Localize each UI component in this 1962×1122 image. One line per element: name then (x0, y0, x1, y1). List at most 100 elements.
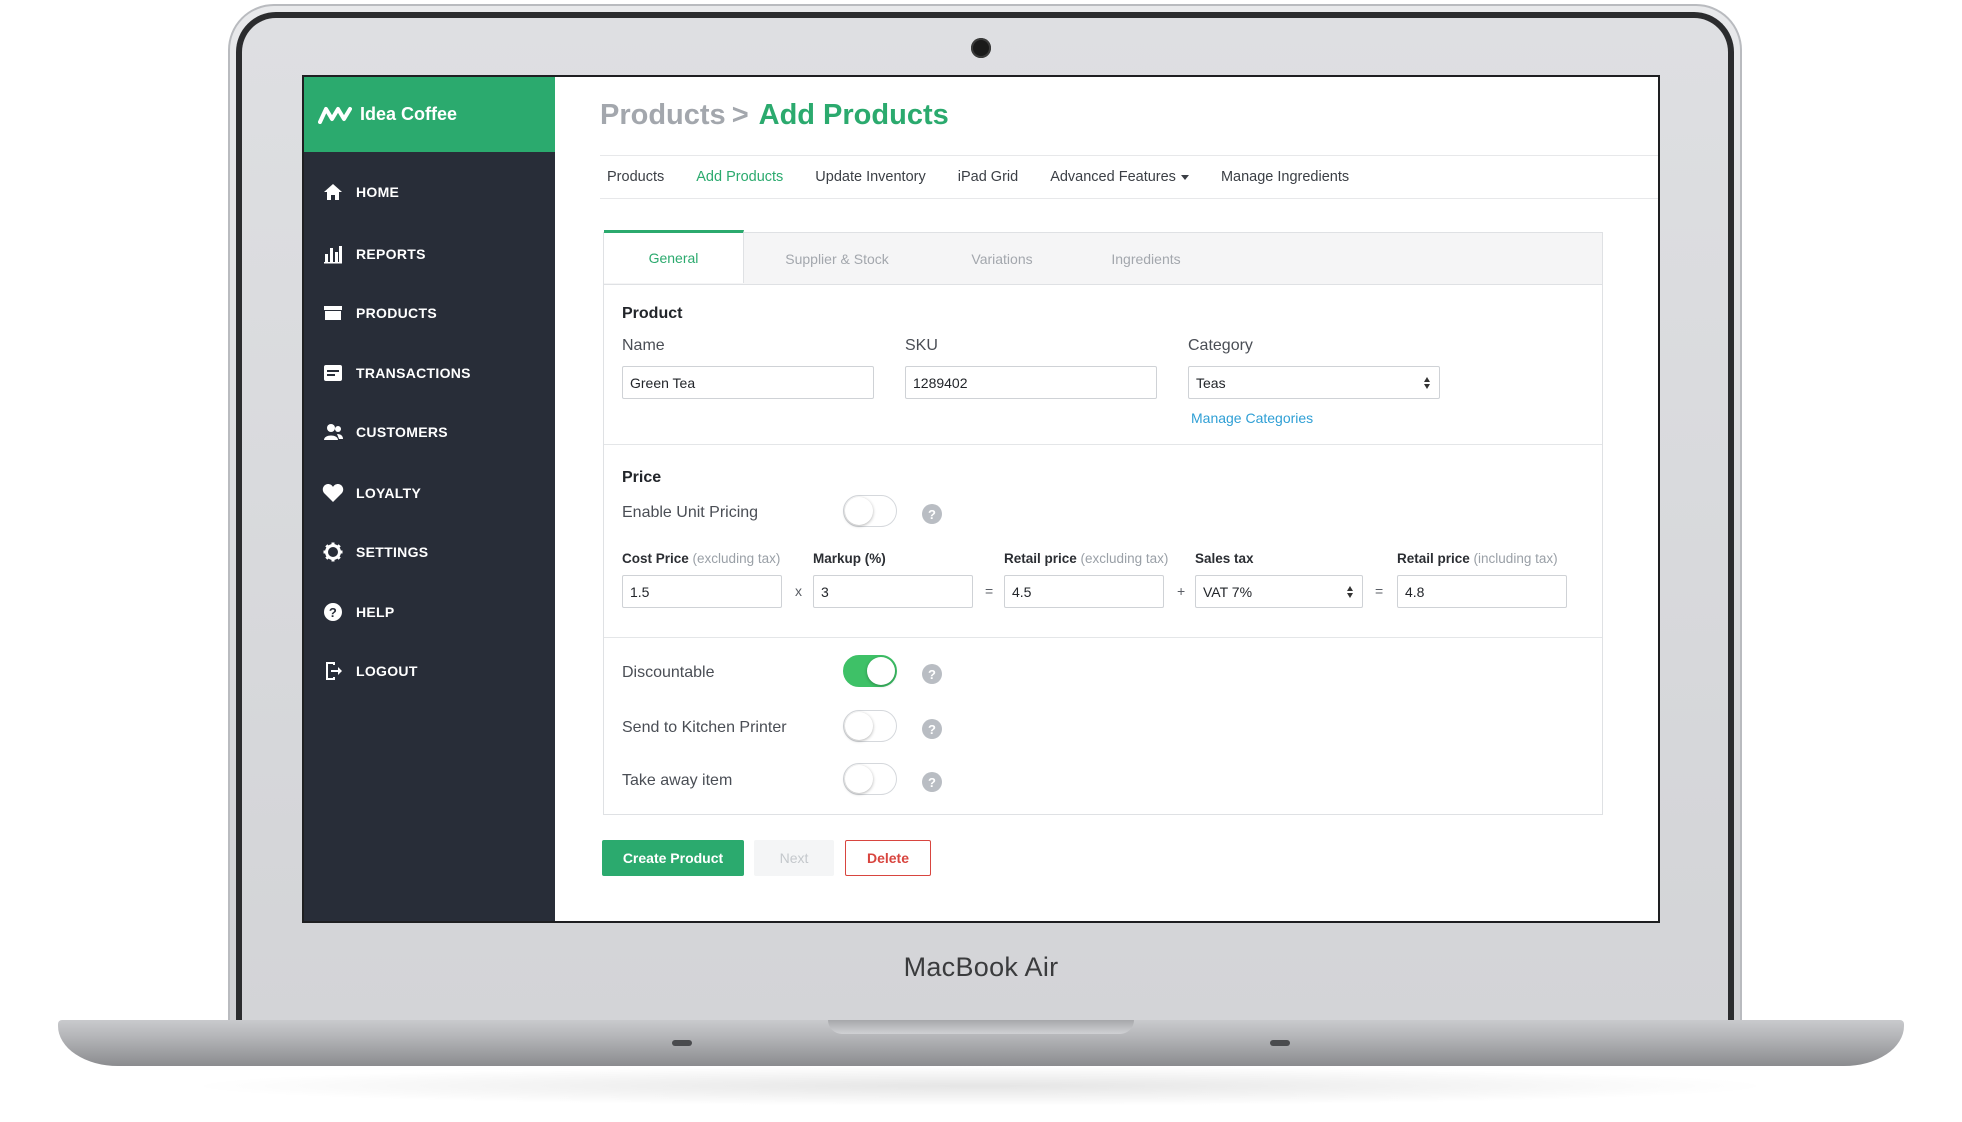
gear-icon (322, 541, 344, 563)
create-product-button[interactable]: Create Product (602, 840, 744, 876)
subnav: Products Add Products Update Inventory i… (607, 169, 1381, 185)
title-divider (600, 155, 1658, 156)
app-name: Idea Coffee (360, 104, 458, 124)
sidebar-item-label: LOYALTY (356, 485, 422, 501)
subnav-update-inventory[interactable]: Update Inventory (815, 169, 925, 185)
logout-icon (322, 660, 344, 682)
markup-field[interactable]: 3 (813, 575, 973, 608)
toggle-knob (845, 712, 873, 740)
sidebar-brand[interactable]: Idea Coffee (304, 77, 555, 152)
tab-general[interactable]: General (604, 230, 744, 283)
chevron-down-icon (1180, 174, 1189, 180)
laptop-hinge-notch (828, 1020, 1134, 1034)
subnav-advanced-features[interactable]: Advanced Features (1050, 169, 1189, 185)
sku-field[interactable]: 1289402 (905, 366, 1157, 399)
cost-price-note: (excluding tax) (692, 551, 781, 566)
sidebar-item-customers[interactable]: CUSTOMERS (304, 410, 555, 454)
help-icon: ? (322, 601, 344, 623)
name-label: Name (622, 337, 665, 354)
equals-operator: = (985, 583, 994, 599)
sidebar-item-logout[interactable]: LOGOUT (304, 649, 555, 693)
logo-icon (318, 106, 352, 124)
subnav-divider (600, 198, 1658, 199)
toggle-knob (867, 657, 895, 685)
tab-ingredients[interactable]: Ingredients (1074, 233, 1218, 285)
tab-variations[interactable]: Variations (930, 233, 1074, 285)
kitchen-printer-toggle[interactable] (843, 710, 897, 742)
subnav-manage-ingredients[interactable]: Manage Ingredients (1221, 169, 1349, 185)
sidebar-item-reports[interactable]: REPORTS (304, 232, 555, 276)
sidebar-item-help[interactable]: ? HELP (304, 590, 555, 634)
tab-bar: General Supplier & Stock Variations Ingr… (604, 230, 1602, 285)
tab-supplier-stock[interactable]: Supplier & Stock (744, 233, 930, 285)
discountable-toggle[interactable] (843, 655, 897, 687)
help-icon[interactable]: ? (922, 772, 942, 792)
heart-icon (322, 482, 344, 504)
sidebar-item-products[interactable]: PRODUCTS (304, 291, 555, 335)
name-field[interactable]: Green Tea (622, 366, 874, 399)
cost-price-label-text: Cost Price (622, 551, 689, 566)
take-away-label: Take away item (622, 772, 733, 789)
page-title: Products > Add Products (600, 99, 949, 132)
retail-inc-tax-field[interactable]: 4.8 (1397, 575, 1567, 608)
toggle-knob (845, 497, 873, 525)
breadcrumb-current: Add Products (758, 99, 949, 131)
receipt-icon (322, 362, 344, 384)
markup-label: Markup (%) (813, 551, 886, 566)
category-select[interactable]: Teas (1188, 366, 1440, 399)
svg-text:?: ? (329, 605, 337, 620)
retail-inc-tax-note: (including tax) (1473, 551, 1558, 566)
sidebar-item-label: TRANSACTIONS (356, 365, 471, 381)
sidebar-item-label: CUSTOMERS (356, 424, 448, 440)
help-icon[interactable]: ? (922, 664, 942, 684)
manage-categories-link[interactable]: Manage Categories (1191, 410, 1313, 426)
help-icon[interactable]: ? (922, 504, 942, 524)
sidebar-item-home[interactable]: HOME (304, 170, 555, 214)
product-form-panel: General Supplier & Stock Variations Ingr… (603, 230, 1603, 815)
discountable-label: Discountable (622, 664, 715, 681)
select-arrows-icon (1347, 586, 1353, 598)
breadcrumb-separator: > (731, 99, 749, 131)
price-section-title: Price (622, 469, 662, 486)
retail-ex-tax-note: (excluding tax) (1080, 551, 1169, 566)
sidebar-item-label: PRODUCTS (356, 305, 437, 321)
enable-unit-pricing-label: Enable Unit Pricing (622, 504, 759, 521)
next-button[interactable]: Next (754, 840, 834, 876)
home-icon (322, 181, 344, 203)
cost-price-label: Cost Price (excluding tax) (622, 551, 780, 566)
take-away-toggle[interactable] (843, 763, 897, 795)
retail-ex-tax-label-text: Retail price (1004, 551, 1077, 566)
help-icon[interactable]: ? (922, 719, 942, 739)
bar-chart-icon (322, 243, 344, 265)
sku-label: SKU (905, 337, 938, 354)
main-content: Products > Add Products Products Add Produ… (555, 77, 1658, 921)
toggle-knob (845, 765, 873, 793)
subnav-ipad-grid[interactable]: iPad Grid (958, 169, 1018, 185)
laptop-foot (672, 1040, 692, 1046)
box-icon (322, 302, 344, 324)
cost-price-field[interactable]: 1.5 (622, 575, 782, 608)
sidebar: Idea Coffee HOME REPORTS PRODUCTS TRANSA… (304, 77, 555, 921)
kitchen-printer-label: Send to Kitchen Printer (622, 719, 787, 736)
sidebar-item-loyalty[interactable]: LOYALTY (304, 471, 555, 515)
app-screen: Idea Coffee HOME REPORTS PRODUCTS TRANSA… (302, 75, 1660, 923)
subnav-add-products[interactable]: Add Products (696, 169, 783, 185)
retail-ex-tax-label: Retail price (excluding tax) (1004, 551, 1168, 566)
section-divider (604, 444, 1602, 445)
breadcrumb-parent[interactable]: Products (600, 99, 726, 131)
sales-tax-select[interactable]: VAT 7% (1195, 575, 1363, 608)
device-label: MacBook Air (903, 952, 1059, 982)
multiply-operator: x (795, 583, 802, 599)
laptop-shadow (180, 1066, 1780, 1106)
product-section-title: Product (622, 305, 683, 322)
sidebar-item-settings[interactable]: SETTINGS (304, 530, 555, 574)
sidebar-item-label: REPORTS (356, 246, 426, 262)
sidebar-item-transactions[interactable]: TRANSACTIONS (304, 351, 555, 395)
category-label: Category (1188, 337, 1253, 354)
subnav-products[interactable]: Products (607, 169, 664, 185)
category-select-value: Teas (1196, 374, 1226, 391)
enable-unit-pricing-toggle[interactable] (843, 495, 897, 527)
delete-button[interactable]: Delete (845, 840, 931, 876)
retail-ex-tax-field[interactable]: 4.5 (1004, 575, 1164, 608)
users-icon (322, 421, 344, 443)
